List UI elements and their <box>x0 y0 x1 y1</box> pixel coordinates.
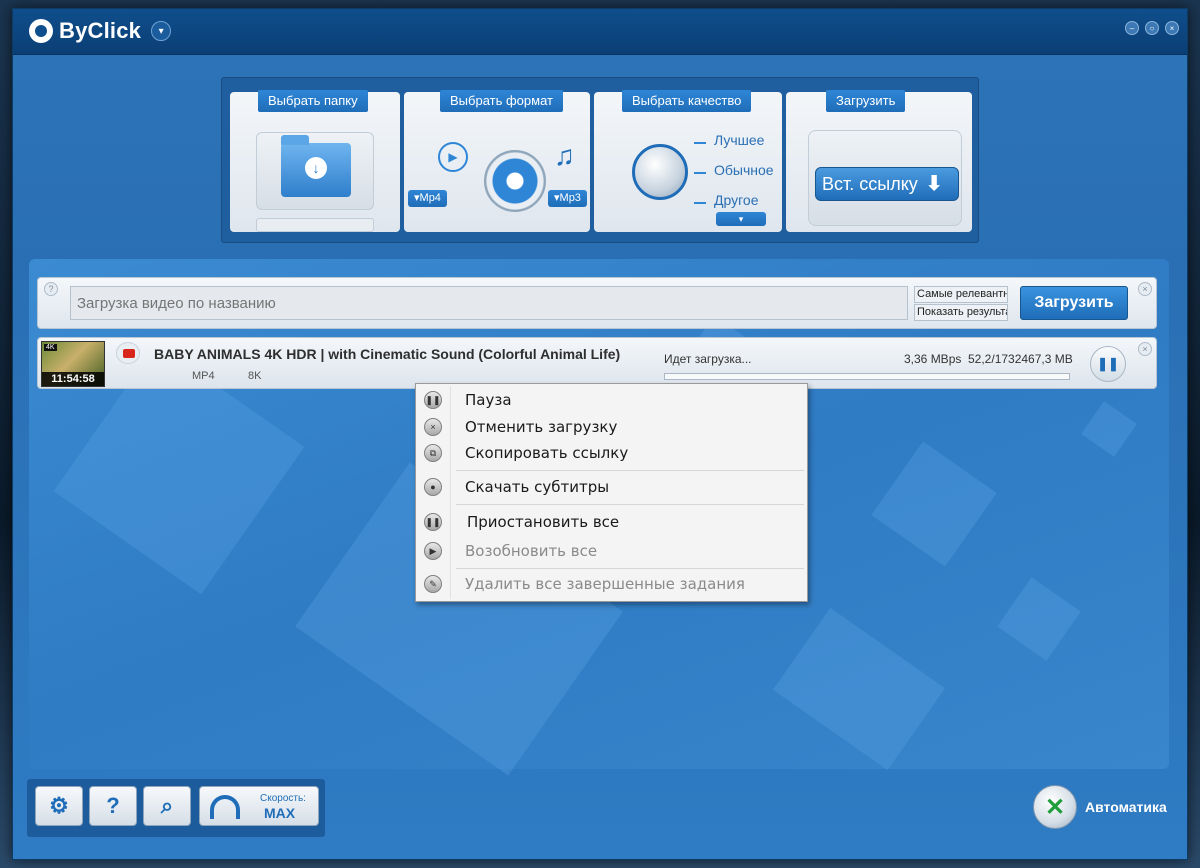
auto-mode-label: Автоматика <box>1085 799 1167 815</box>
download-panel-label: Загрузить <box>826 90 906 112</box>
delete-completed-icon: ✎ <box>424 575 442 593</box>
download-progress-bar <box>664 373 1070 380</box>
search-button[interactable]: ⌕ <box>143 786 191 826</box>
cancel-icon: × <box>424 418 442 436</box>
quality-option-other[interactable]: Другое <box>714 192 758 208</box>
pause-download-button[interactable]: ❚❚ <box>1090 346 1126 382</box>
speedometer-icon <box>210 795 240 819</box>
download-panel: Загрузить Вст. ссылку ⬇ <box>786 90 972 232</box>
menu-item-label: Скопировать ссылку <box>465 444 629 462</box>
speed-label: Скорость: <box>260 793 306 804</box>
sort-options: Самые релевантны Показать результат <box>914 286 1008 321</box>
speed-limit-button[interactable]: Скорость: MAX <box>199 786 319 826</box>
subtitles-icon: ● <box>424 478 442 496</box>
menu-item-label: Возобновить все <box>465 542 598 560</box>
menu-item-pause-all[interactable]: ❚❚ Приостановить все <box>418 509 805 535</box>
search-icon: ⌕ <box>160 793 174 818</box>
paste-link-label: Вст. ссылку <box>822 174 918 194</box>
folder-panel: Выбрать папку ↓ <box>230 90 400 232</box>
menu-item-label: Приостановить все <box>467 513 620 531</box>
audio-format-select[interactable]: ▾Mp3 <box>548 190 587 207</box>
video-play-icon[interactable]: ▶ <box>438 142 468 172</box>
menu-item-cancel[interactable]: × Отменить загрузку <box>418 414 805 440</box>
menu-item-delete-completed[interactable]: ✎ Удалить все завершенные задания <box>418 571 805 597</box>
byclick-logo-icon <box>29 19 53 43</box>
bottom-toolbar: ⚙ ? ⌕ Скорость: MAX <box>27 779 325 837</box>
copy-icon: ⧉ <box>424 444 442 462</box>
maximize-button[interactable]: ○ <box>1145 21 1159 35</box>
youtube-icon <box>116 342 140 364</box>
download-arrow-icon: ⬇ <box>925 173 943 195</box>
paste-link-frame: Вст. ссылку ⬇ <box>808 130 962 226</box>
menu-item-copy-link[interactable]: ⧉ Скопировать ссылку <box>418 440 805 466</box>
settings-button[interactable]: ⚙ <box>35 786 83 826</box>
menu-separator <box>456 568 804 569</box>
sort-option-show-results[interactable]: Показать результат <box>914 304 1008 321</box>
format-disc-icon[interactable] <box>484 150 546 212</box>
download-size: 52,2/1732467,3 MB <box>968 352 1073 366</box>
auto-mode-toggle[interactable]: ✕ Автоматика <box>1033 785 1167 829</box>
quality-knob-icon[interactable] <box>632 144 688 200</box>
auto-mode-icon: ✕ <box>1033 785 1077 829</box>
format-panel: Выбрать формат ▶ ♫ ▾Mp4 ▾Mp3 <box>404 90 590 232</box>
search-bar: ? Самые релевантны Показать результат За… <box>37 277 1157 329</box>
download-quality: 8K <box>248 370 262 382</box>
menu-item-label: Удалить все завершенные задания <box>465 575 745 593</box>
minimize-button[interactable]: – <box>1125 21 1139 35</box>
context-menu: ❚❚ Пауза × Отменить загрузку ⧉ Скопирова… <box>415 383 808 602</box>
format-panel-label: Выбрать формат <box>440 90 563 112</box>
video-thumbnail: 4K 11:54:58 <box>41 341 105 387</box>
download-arrow-icon: ↓ <box>305 157 327 179</box>
help-button[interactable]: ? <box>89 786 137 826</box>
quality-option-best[interactable]: Лучшее <box>714 132 764 148</box>
menu-item-pause[interactable]: ❚❚ Пауза <box>418 387 805 413</box>
music-note-icon[interactable]: ♫ <box>554 140 575 172</box>
download-item[interactable]: 4K 11:54:58 BABY ANIMALS 4K HDR | with C… <box>37 337 1157 389</box>
sort-option-relevant[interactable]: Самые релевантны <box>914 286 1008 303</box>
folder-path-field[interactable] <box>256 218 374 232</box>
choose-folder-button[interactable]: ↓ <box>256 132 374 210</box>
video-duration: 11:54:58 <box>42 372 104 386</box>
folder-icon: ↓ <box>281 135 351 197</box>
pause-icon: ❚❚ <box>424 391 442 409</box>
quality-dropdown[interactable]: ▾ <box>716 212 766 226</box>
app-logo: ByClick ▾ <box>29 18 172 44</box>
search-download-button[interactable]: Загрузить <box>1020 286 1128 320</box>
quality-option-normal[interactable]: Обычное <box>714 162 774 178</box>
search-input[interactable] <box>70 286 908 320</box>
help-icon[interactable]: ? <box>44 282 58 296</box>
folder-panel-label: Выбрать папку <box>258 90 368 112</box>
menu-separator <box>456 504 804 505</box>
window-controls: – ○ × <box>1125 21 1179 35</box>
menu-separator <box>456 470 804 471</box>
download-format: MP4 <box>192 370 215 382</box>
app-menu-dropdown-icon[interactable]: ▾ <box>151 21 172 41</box>
download-status: Идет загрузка... <box>664 352 752 366</box>
menu-item-label: Скачать субтитры <box>465 478 610 496</box>
remove-download-icon[interactable]: × <box>1138 342 1152 356</box>
close-button[interactable]: × <box>1165 21 1179 35</box>
menu-item-resume-all[interactable]: ▶ Возобновить все <box>418 538 805 564</box>
download-speed: 3,36 MBps <box>904 352 962 366</box>
quality-panel-label: Выбрать качество <box>622 90 752 112</box>
pause-all-icon: ❚❚ <box>424 513 442 531</box>
quality-panel: Выбрать качество Лучшее Обычное Другое ▾ <box>594 90 782 232</box>
paste-link-button[interactable]: Вст. ссылку ⬇ <box>815 167 959 201</box>
menu-item-subtitles[interactable]: ● Скачать субтитры <box>418 474 805 500</box>
gear-icon: ⚙ <box>49 793 69 818</box>
title-bar: ByClick ▾ – ○ × <box>13 9 1187 55</box>
app-name: ByClick <box>59 18 142 43</box>
menu-item-label: Пауза <box>465 391 512 409</box>
menu-item-label: Отменить загрузку <box>465 418 618 436</box>
question-icon: ? <box>106 793 120 818</box>
close-icon[interactable]: × <box>1138 282 1152 296</box>
resume-all-icon: ▶ <box>424 542 442 560</box>
speed-value: MAX <box>264 805 296 821</box>
download-title: BABY ANIMALS 4K HDR | with Cinematic Sou… <box>154 346 621 362</box>
download-wizard: Выбрать папку ↓ Выбрать формат ▶ ♫ ▾Mp4 … <box>221 77 979 243</box>
video-format-select[interactable]: ▾Mp4 <box>408 190 447 207</box>
